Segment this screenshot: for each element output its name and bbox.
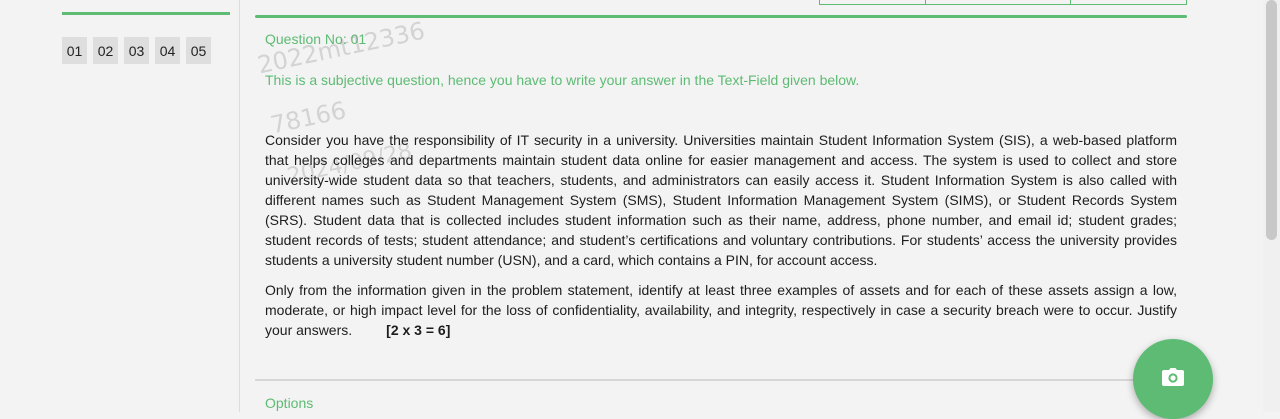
page-scrollbar[interactable] xyxy=(1263,0,1280,412)
scrollbar-thumb[interactable] xyxy=(1266,0,1277,240)
question-card-top-border xyxy=(255,15,1187,18)
question-number: Question No: 01 xyxy=(265,31,367,47)
panel-divider xyxy=(239,0,240,412)
camera-button[interactable] xyxy=(1133,339,1213,419)
section-separator xyxy=(255,379,1187,381)
question-nav-item[interactable]: 01 xyxy=(62,37,87,64)
question-body: Consider you have the responsibility of … xyxy=(265,130,1177,350)
table-cell xyxy=(820,0,926,4)
watermark-text: 2022mt12336 xyxy=(255,16,428,80)
marks-label: [2 x 3 = 6] xyxy=(386,322,451,338)
table-cell xyxy=(1071,0,1186,4)
question-nav-item[interactable]: 03 xyxy=(124,37,149,64)
top-table-fragment xyxy=(819,0,1187,5)
options-heading: Options xyxy=(265,395,314,411)
question-nav-item[interactable]: 04 xyxy=(155,37,180,64)
question-paragraph: Consider you have the responsibility of … xyxy=(265,132,1177,268)
question-navigator: 01 02 03 04 05 xyxy=(62,37,211,64)
subjective-notice: This is a subjective question, hence you… xyxy=(265,72,860,88)
table-cell xyxy=(926,0,1071,4)
sidebar-accent-line xyxy=(62,12,230,15)
camera-icon xyxy=(1162,367,1184,391)
question-nav-item[interactable]: 02 xyxy=(93,37,118,64)
question-paragraph: Only from the information given in the p… xyxy=(265,280,1177,340)
question-nav-item[interactable]: 05 xyxy=(186,37,211,64)
